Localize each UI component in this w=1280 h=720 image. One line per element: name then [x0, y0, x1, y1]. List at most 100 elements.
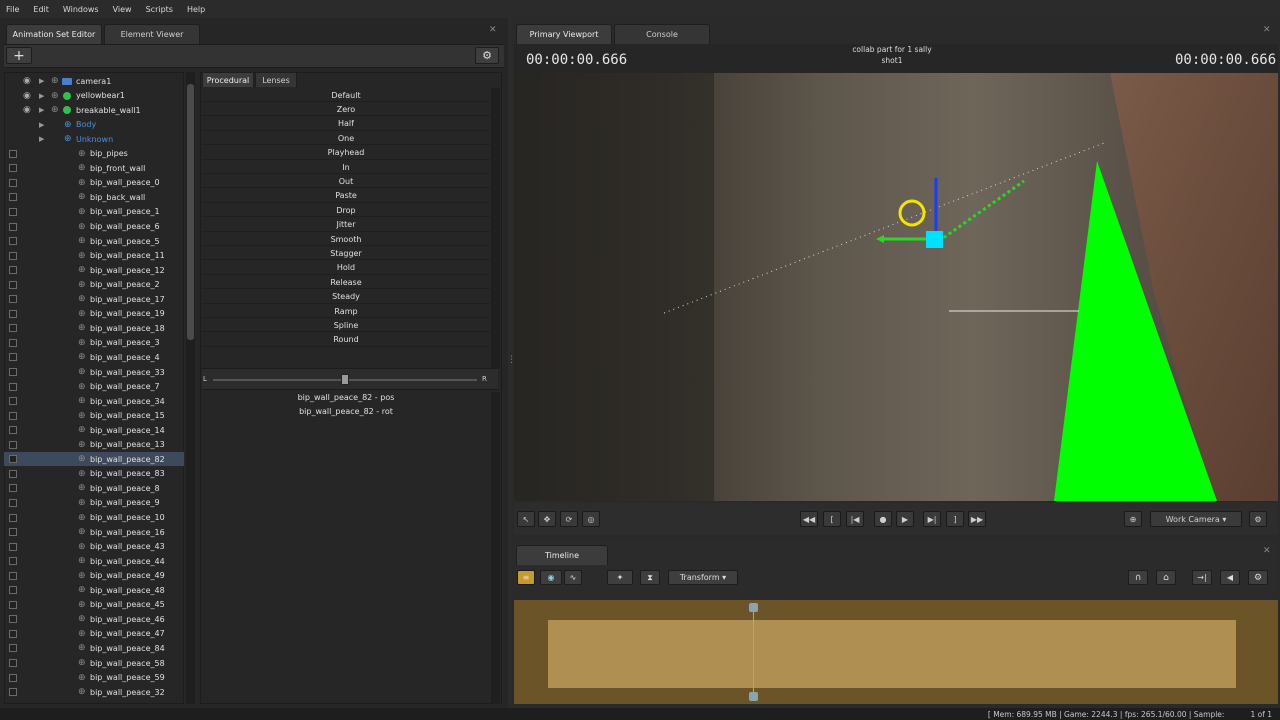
procedural-button-jitter[interactable]: Jitter — [202, 219, 490, 232]
tree-item-checkbox[interactable] — [9, 193, 17, 202]
tree-item-checkbox[interactable] — [9, 280, 17, 289]
tree-item-checkbox[interactable] — [9, 382, 17, 391]
menu-help[interactable]: Help — [187, 5, 205, 14]
close-panel-icon[interactable]: ✕ — [489, 25, 497, 35]
procedural-button-spline[interactable]: Spline — [202, 319, 490, 333]
magnet-snap-icon[interactable]: ∩ — [1128, 570, 1148, 585]
procedural-button-release[interactable]: Release — [202, 276, 490, 290]
expand-arrow-icon[interactable]: ▶ — [39, 121, 44, 129]
tab-element-viewer[interactable]: Element Viewer — [104, 24, 200, 44]
tree-item-checkbox[interactable] — [9, 513, 17, 522]
tree-item-checkbox[interactable] — [9, 673, 17, 682]
tab-animation-set-editor[interactable]: Animation Set Editor — [6, 24, 102, 44]
tree-item[interactable]: ⊕ bip_wall_peace_9 — [4, 496, 184, 510]
tree-item-checkbox[interactable] — [9, 455, 17, 464]
tree-item[interactable]: ⊕ bip_wall_peace_58 — [4, 656, 184, 670]
tree-item-checkbox[interactable] — [9, 644, 17, 653]
tree-item-checkbox[interactable] — [9, 571, 17, 580]
procedural-button-steady[interactable]: Steady — [202, 291, 490, 304]
next-key-icon[interactable]: ] — [946, 511, 964, 527]
playhead-handle[interactable] — [749, 603, 758, 612]
tree-item-checkbox[interactable] — [9, 426, 17, 435]
tree-item-checkbox[interactable] — [9, 411, 17, 420]
menu-file[interactable]: File — [6, 5, 19, 14]
3d-scene-view[interactable] — [514, 73, 1278, 501]
tree-item-checkbox[interactable] — [9, 484, 17, 493]
channels-scrollbar[interactable] — [491, 392, 500, 704]
camera-target-icon[interactable]: ⊕ — [1124, 511, 1142, 527]
tree-item-checkbox[interactable] — [9, 688, 17, 697]
tree-item-checkbox[interactable] — [9, 440, 17, 449]
tree-item[interactable]: ⊕ bip_wall_peace_8 — [4, 481, 184, 495]
tree-item-checkbox[interactable] — [9, 542, 17, 551]
procedural-button-ramp[interactable]: Ramp — [202, 305, 490, 318]
menu-scripts[interactable]: Scripts — [146, 5, 173, 14]
settings-gear-icon[interactable]: ⚙ — [475, 47, 499, 64]
lock-icon[interactable]: ⌂ — [1156, 570, 1176, 585]
tree-item[interactable]: ⊕ bip_wall_peace_1 — [4, 205, 184, 219]
tree-item-checkbox[interactable] — [9, 528, 17, 537]
playhead-handle-bottom[interactable] — [749, 692, 758, 701]
tree-item-checkbox[interactable] — [9, 149, 17, 158]
close-viewport-icon[interactable]: ✕ — [1263, 25, 1271, 35]
tree-item[interactable]: ⊕ bip_wall_peace_14 — [4, 423, 184, 437]
tree-item[interactable]: ▶ ⊕ Body — [4, 118, 184, 132]
tree-item-checkbox[interactable] — [9, 353, 17, 362]
select-tool-icon[interactable]: ↖ — [517, 511, 535, 527]
tree-item[interactable]: ◉ ▶ ⊕ camera1 — [4, 74, 184, 88]
step-back-icon[interactable]: |◀ — [846, 511, 864, 527]
tree-item-checkbox[interactable] — [9, 309, 17, 318]
expand-plus-icon[interactable]: ⊕ — [51, 76, 59, 86]
tree-item-checkbox[interactable] — [9, 368, 17, 376]
record-icon[interactable]: ● — [874, 511, 892, 527]
tree-item[interactable]: ⊕ bip_wall_peace_47 — [4, 627, 184, 641]
fast-forward-icon[interactable]: ▶▶ — [968, 511, 986, 527]
tree-item-checkbox[interactable] — [9, 295, 17, 304]
expand-plus-icon[interactable]: ⊕ — [51, 105, 59, 115]
tree-item[interactable]: ⊕ bip_wall_peace_17 — [4, 292, 184, 306]
expand-arrow-icon[interactable]: ▶ — [39, 106, 44, 114]
procedural-button-half[interactable]: Half — [202, 118, 490, 131]
tree-item-checkbox[interactable] — [9, 557, 17, 566]
rewind-icon[interactable]: ◀◀ — [800, 511, 818, 527]
tree-item[interactable]: ⊕ bip_wall_peace_84 — [4, 641, 184, 655]
tree-item-checkbox[interactable] — [9, 266, 17, 275]
procedural-button-round[interactable]: Round — [202, 334, 490, 347]
procedural-button-drop[interactable]: Drop — [202, 204, 490, 218]
graph-editor-icon[interactable]: ◉ — [540, 570, 562, 585]
tree-item[interactable]: ⊕ bip_wall_peace_3 — [4, 336, 184, 350]
visibility-eye-icon[interactable]: ◉ — [23, 76, 31, 86]
procedural-button-out[interactable]: Out — [202, 175, 490, 189]
tree-item[interactable]: ▶ ⊕ Unknown — [4, 132, 184, 146]
tree-item-checkbox[interactable] — [9, 237, 17, 246]
tree-item-checkbox[interactable] — [9, 397, 17, 406]
tree-item-checkbox[interactable] — [9, 469, 17, 478]
step-forward-icon[interactable]: ▶| — [923, 511, 941, 527]
tree-item[interactable]: ⊕ bip_wall_peace_32 — [4, 685, 184, 699]
expand-arrow-icon[interactable]: ▶ — [39, 77, 44, 85]
transform-mode-dropdown[interactable]: Transform ▾ — [668, 570, 738, 585]
tree-item[interactable]: ⊕ bip_wall_peace_49 — [4, 569, 184, 583]
tree-item[interactable]: ⊕ bip_wall_peace_44 — [4, 554, 184, 568]
tree-item-checkbox[interactable] — [9, 164, 17, 173]
procedural-button-playhead[interactable]: Playhead — [202, 147, 490, 160]
tree-item[interactable]: ⊕ bip_wall_peace_11 — [4, 249, 184, 263]
tree-item[interactable]: ⊕ bip_wall_peace_16 — [4, 525, 184, 539]
tree-scrollbar-thumb[interactable] — [187, 84, 194, 340]
tree-item[interactable]: ⊕ bip_back_wall — [4, 190, 184, 204]
menu-edit[interactable]: Edit — [33, 5, 49, 14]
tree-item[interactable]: ⊕ bip_wall_peace_2 — [4, 278, 184, 292]
tab-lenses[interactable]: Lenses — [255, 72, 297, 87]
transform-gizmo-handle[interactable] — [926, 231, 943, 248]
tree-item[interactable]: ⊕ bip_wall_peace_82 — [4, 452, 184, 467]
tab-procedural[interactable]: Procedural — [202, 72, 254, 87]
tree-item[interactable]: ⊕ bip_wall_peace_43 — [4, 540, 184, 554]
visibility-eye-icon[interactable]: ◉ — [23, 105, 31, 115]
tree-item-checkbox[interactable] — [9, 629, 17, 638]
timeline-clip[interactable] — [548, 620, 1236, 688]
expand-plus-icon[interactable]: ⊕ — [51, 91, 59, 101]
tree-item-checkbox[interactable] — [9, 600, 17, 609]
viewport-settings-gear-icon[interactable]: ⚙ — [1249, 511, 1267, 527]
previous-key-icon[interactable]: [ — [823, 511, 841, 527]
tree-item[interactable]: ⊕ bip_wall_peace_4 — [4, 350, 184, 364]
